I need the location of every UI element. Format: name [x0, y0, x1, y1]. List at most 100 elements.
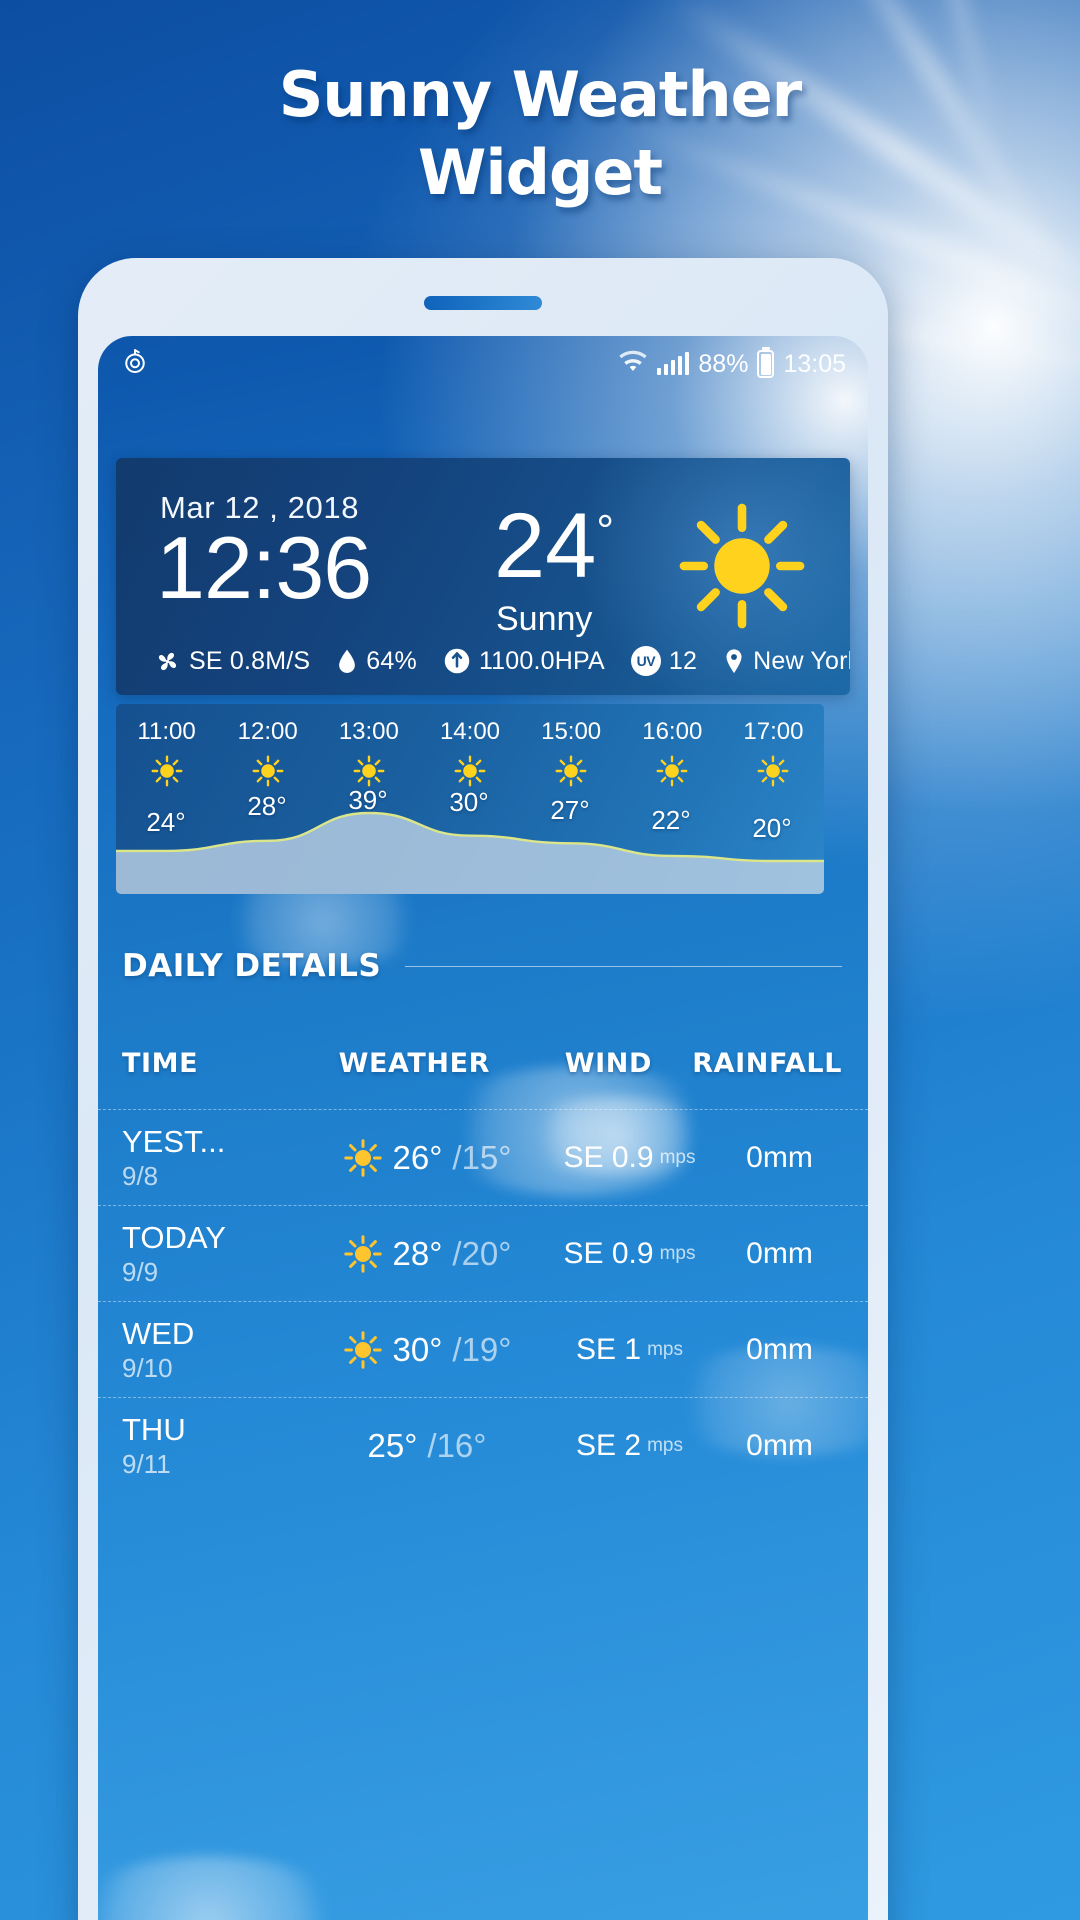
row-date-label: 9/11: [122, 1448, 171, 1479]
metric-uv: UV 12: [630, 646, 698, 676]
widget-condition-label: Sunny: [496, 600, 593, 638]
metric-wind-value: SE 0.8M/S: [189, 646, 311, 675]
hourly-time: 17:00: [743, 718, 804, 745]
phone-mockup: 88% 13:05 Mar 12 , 2018 12:36 24° Sunny: [78, 258, 888, 1920]
sun-icon: [343, 1330, 382, 1369]
cloud-decoration: [98, 1856, 358, 1920]
daily-details-title: DAILY DETAILS: [122, 948, 382, 984]
row-low-temp: /19°: [452, 1330, 512, 1368]
hourly-temp: 27°: [550, 795, 590, 825]
row-day-label: THU: [122, 1411, 186, 1447]
daily-details-section: DAILY DETAILS TIME WEATHER WIND RAINFALL…: [98, 936, 868, 1493]
row-rainfall-cell: 0mm: [746, 1332, 813, 1366]
row-time-cell: WED 9/10: [122, 1316, 312, 1384]
degree-symbol: °: [596, 506, 614, 556]
table-row[interactable]: TODAY 9/9 28° /20° SE 0.9 mps 0mm: [98, 1205, 868, 1301]
daily-details-header: DAILY DETAILS: [98, 936, 868, 996]
hourly-temp: 20°: [752, 813, 792, 843]
signal-bars-icon: [656, 352, 690, 375]
metric-humidity-value: 64%: [366, 646, 417, 675]
row-low-temp: /15°: [452, 1138, 512, 1176]
battery-percent-label: 88%: [698, 349, 749, 378]
sun-icon: [343, 1138, 382, 1177]
row-high-temp: 26°: [392, 1138, 443, 1176]
row-low-temp: /16°: [427, 1426, 487, 1464]
row-weather-cell: 26° /15°: [312, 1138, 542, 1178]
metric-pressure-value: 1100.0HPA: [478, 646, 605, 675]
page-title-line-1: Sunny Weather: [278, 58, 803, 131]
row-date-label: 9/8: [122, 1160, 159, 1191]
row-wind-cell: SE 1 mps: [542, 1333, 717, 1367]
row-wind-value: SE 1: [576, 1332, 642, 1366]
location-pin-icon: [726, 648, 742, 673]
row-wind-value: SE 0.9: [563, 1236, 654, 1270]
row-rainfall-cell: 0mm: [746, 1140, 813, 1174]
metric-uv-value: 12: [668, 646, 698, 675]
column-header-rainfall: RAINFALL: [692, 1048, 843, 1079]
row-weather-cell: 28° /20°: [312, 1234, 542, 1274]
row-date-label: 9/10: [122, 1352, 173, 1383]
page-title-line-2: Widget: [417, 136, 663, 209]
hourly-temp: 28°: [247, 791, 287, 821]
hourly-time: 15:00: [541, 718, 602, 745]
hourly-temp: 24°: [146, 807, 186, 837]
column-header-wind: WIND: [564, 1048, 652, 1079]
wind-fan-icon: [158, 652, 177, 670]
row-wind-unit: mps: [647, 1434, 683, 1456]
daily-column-headers: TIME WEATHER WIND RAINFALL: [98, 996, 868, 1109]
widget-metrics-row: SE 0.8M/S 64% 1100.0HPA UV 12 New York: [154, 646, 850, 676]
hourly-temp: 30°: [449, 787, 489, 817]
hourly-time: 13:00: [338, 718, 399, 745]
battery-icon: [757, 350, 775, 378]
row-rainfall-cell: 0mm: [746, 1236, 813, 1270]
row-wind-unit: mps: [647, 1338, 683, 1360]
table-row[interactable]: YEST... 9/8 26° /15° SE 0.9 mps 0mm: [98, 1109, 868, 1205]
hourly-time: 11:00: [137, 718, 196, 745]
widget-clock: 12:36: [156, 518, 372, 617]
phone-speaker-grill: [424, 296, 542, 310]
row-wind-value: SE 0.9: [563, 1140, 654, 1174]
row-wind-unit: mps: [659, 1146, 696, 1168]
clock-refresh-icon: [120, 347, 150, 382]
metric-wind: SE 0.8M/S: [154, 647, 310, 676]
table-row[interactable]: THU 9/11 25° /16° SE 2 mps 0mm: [98, 1397, 868, 1493]
row-time-cell: TODAY 9/9: [122, 1220, 312, 1288]
metric-humidity: 64%: [336, 647, 417, 676]
sun-icon: [343, 1234, 382, 1273]
hourly-temp: 22°: [651, 805, 691, 835]
status-bar: 88% 13:05: [98, 336, 868, 392]
row-low-temp: /20°: [452, 1234, 512, 1272]
widget-temperature: 24°: [494, 496, 614, 596]
row-date-label: 9/9: [122, 1256, 159, 1287]
row-time-cell: THU 9/11: [122, 1412, 312, 1480]
wifi-icon: [618, 350, 648, 379]
hourly-temp: 39°: [348, 785, 388, 815]
table-row[interactable]: WED 9/10 30° /19° SE 1 mps 0mm: [98, 1301, 868, 1397]
row-rainfall-cell: 0mm: [746, 1428, 813, 1462]
weather-widget-card[interactable]: Mar 12 , 2018 12:36 24° Sunny SE 0.8M/S …: [116, 458, 850, 695]
hourly-time: 14:00: [439, 718, 501, 745]
row-wind-cell: SE 0.9 mps: [542, 1237, 717, 1271]
row-weather-cell: 25° /16°: [312, 1427, 542, 1465]
metric-location: New York: [723, 647, 850, 676]
metric-pressure: 1100.0HPA: [443, 647, 605, 676]
screenshot-stage: Sunny Weather Widget 88% 13:05 Mar 12 , …: [0, 0, 1080, 1920]
sun-icon: [679, 503, 805, 629]
row-wind-value: SE 2: [576, 1428, 642, 1462]
pressure-gauge-icon: [444, 648, 470, 674]
row-high-temp: 28°: [392, 1234, 443, 1272]
row-high-temp: 25°: [367, 1426, 418, 1464]
row-time-cell: YEST... 9/8: [122, 1124, 312, 1192]
hourly-time: 16:00: [642, 718, 703, 745]
row-wind-unit: mps: [659, 1242, 696, 1264]
row-day-label: YEST...: [122, 1123, 226, 1159]
uv-index-icon: UV: [630, 646, 661, 676]
status-bar-time: 13:05: [783, 349, 846, 378]
row-day-label: TODAY: [122, 1219, 226, 1255]
row-wind-cell: SE 0.9 mps: [542, 1141, 717, 1175]
metric-location-value: New York: [753, 646, 850, 675]
hourly-forecast-card[interactable]: 11:00 12:00 13:00 14:00 15:00 16:00 17:0…: [116, 704, 824, 894]
row-wind-cell: SE 2 mps: [542, 1429, 717, 1463]
hourly-time: 12:00: [237, 718, 298, 745]
row-high-temp: 30°: [392, 1330, 443, 1368]
